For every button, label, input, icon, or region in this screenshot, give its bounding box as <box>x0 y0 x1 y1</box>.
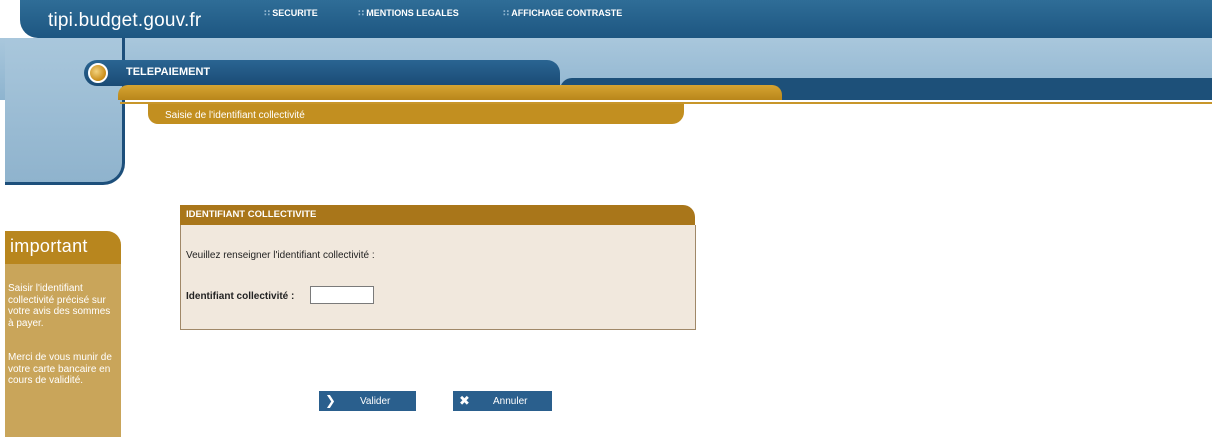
nav-link-affichage-contraste[interactable]: ∷ AFFICHAGE CONTRASTE <box>503 8 622 19</box>
nav-link-label: AFFICHAGE CONTRASTE <box>511 8 623 18</box>
important-text-1: Saisir l'identifiant collectivité précis… <box>8 283 111 329</box>
important-text-2: Merci de vous munir de votre carte banca… <box>8 352 112 386</box>
dots-icon: ∷ <box>503 8 510 18</box>
form-title: IDENTIFIANT COLLECTIVITE <box>186 209 317 220</box>
form-instruction: Veuillez renseigner l'identifiant collec… <box>186 250 375 261</box>
step-title: Saisie de l'identifiant collectivité <box>165 110 305 121</box>
nav-link-label: SECURITE <box>272 8 318 18</box>
cancel-button-label: Annuler <box>493 396 528 407</box>
gold-band <box>118 85 782 100</box>
identifiant-collectivite-input[interactable] <box>310 286 374 304</box>
section-title: TELEPAIEMENT <box>126 66 211 78</box>
cancel-button[interactable]: ✖ Annuler <box>453 391 552 411</box>
validate-button[interactable]: ❯ Valider <box>319 391 416 411</box>
close-icon: ✖ <box>459 393 470 408</box>
site-name: tipi.budget.gouv.fr <box>48 10 202 31</box>
nav-link-mentions-legales[interactable]: ∷ MENTIONS LEGALES <box>358 8 459 19</box>
circle-bullet-icon <box>88 63 108 83</box>
form-panel <box>180 225 696 330</box>
chevron-right-icon: ❯ <box>325 393 336 408</box>
important-title: important <box>10 236 88 256</box>
dots-icon: ∷ <box>264 8 271 18</box>
validate-button-label: Valider <box>360 396 391 407</box>
nav-link-label: MENTIONS LEGALES <box>366 8 459 18</box>
dots-icon: ∷ <box>358 8 365 18</box>
identifiant-label: Identifiant collectivité : <box>186 291 295 302</box>
nav-link-securite[interactable]: ∷ SECURITE <box>264 8 318 19</box>
